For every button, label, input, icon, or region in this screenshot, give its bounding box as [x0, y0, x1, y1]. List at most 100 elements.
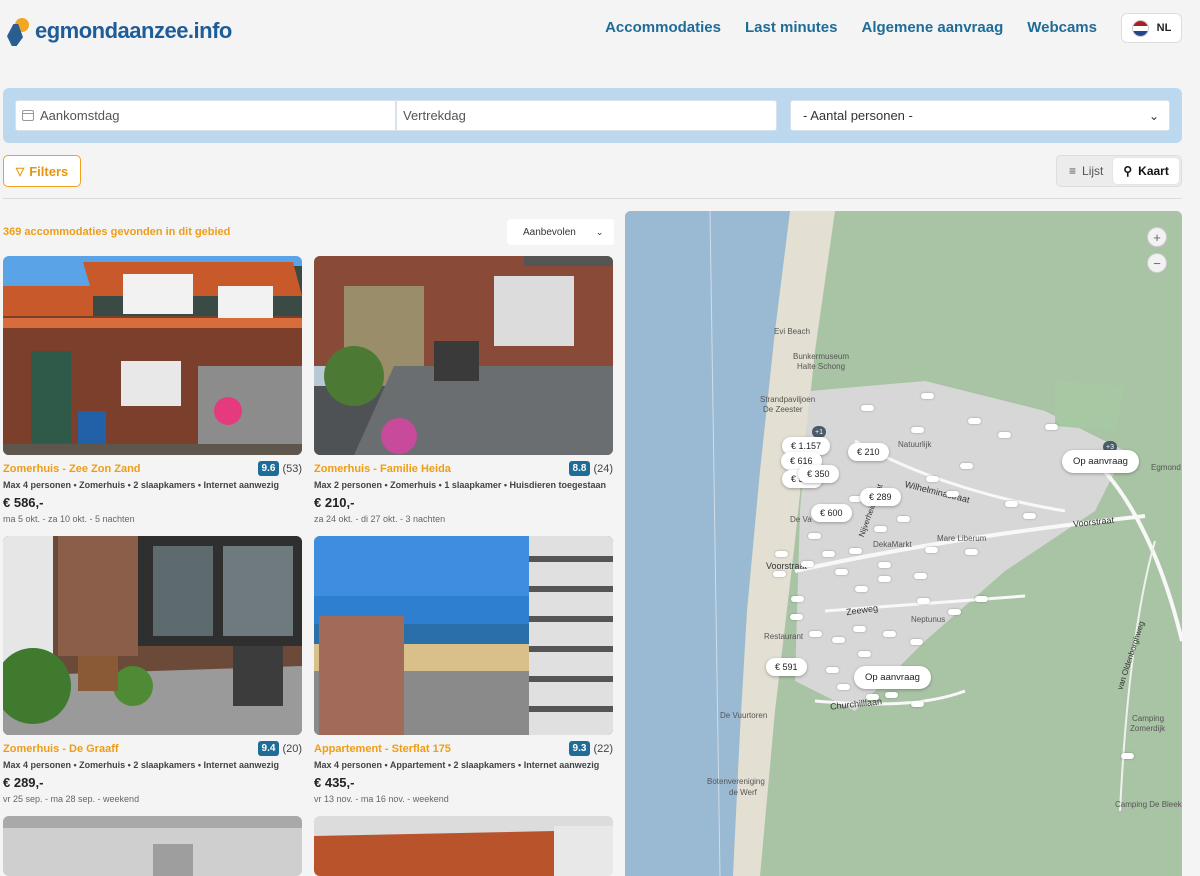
map-marker[interactable]: [960, 463, 973, 469]
zoom-out-button[interactable]: −: [1147, 253, 1167, 273]
card-features: Max 4 personen • Zomerhuis • 2 slaapkame…: [3, 480, 280, 490]
map-marker[interactable]: [965, 549, 978, 555]
map-marker[interactable]: [866, 694, 879, 700]
accommodation-card[interactable]: Zomerhuis - De Graaff 9.4 (20) Max 4 per…: [3, 536, 302, 804]
map-marker[interactable]: [878, 576, 891, 582]
zoom-in-button[interactable]: +: [1147, 227, 1167, 247]
map-marker[interactable]: [948, 609, 961, 615]
accommodation-photo[interactable]: [3, 536, 302, 735]
map-price-pin[interactable]: € 289: [860, 488, 901, 506]
accommodation-card[interactable]: Appartement - Sterflat 175 9.3 (22) Max …: [314, 536, 613, 804]
departure-date-field[interactable]: Vertrekdag: [396, 100, 777, 131]
map-marker[interactable]: [968, 418, 981, 424]
accommodation-photo[interactable]: [3, 816, 302, 876]
accommodation-card[interactable]: Zomerhuis - Familie Heida 8.8 (24) Max 2…: [314, 256, 613, 524]
accommodation-photo[interactable]: [3, 256, 302, 455]
nav-last-minutes[interactable]: Last minutes: [745, 19, 838, 36]
map-marker[interactable]: [773, 571, 786, 577]
accommodation-photo[interactable]: [314, 536, 613, 735]
map-marker[interactable]: [885, 692, 898, 698]
card-features: Max 4 personen • Appartement • 2 slaapka…: [314, 760, 600, 770]
map-price-pin[interactable]: € 591: [766, 658, 807, 676]
map-marker[interactable]: [910, 639, 923, 645]
map-marker[interactable]: [1121, 753, 1134, 759]
map-marker[interactable]: [832, 637, 845, 643]
map-marker[interactable]: [917, 598, 930, 604]
map[interactable]: + − Evi Beach Bunkermuseum Halte Schong …: [625, 211, 1182, 876]
map-marker[interactable]: [775, 551, 788, 557]
map-marker[interactable]: [822, 551, 835, 557]
map-label: Evi Beach: [774, 327, 811, 336]
card-dates: vr 25 sep. - ma 28 sep. - weekend: [3, 794, 140, 804]
view-list-button[interactable]: ≡ Lijst: [1059, 158, 1113, 184]
nav-accommodaties[interactable]: Accommodaties: [605, 19, 721, 36]
result-count: 369 accommodaties gevonden in dit gebied: [3, 226, 231, 238]
sort-select[interactable]: Aanbevolen ⌄: [507, 219, 614, 245]
map-marker[interactable]: [914, 573, 927, 579]
accommodation-card[interactable]: Zomerhuis - Zee Zon Zand 9.6 (53) Max 4 …: [3, 256, 302, 524]
map-marker[interactable]: [855, 586, 868, 592]
list-icon: ≡: [1069, 164, 1077, 178]
nav-algemene-aanvraag[interactable]: Algemene aanvraag: [862, 19, 1004, 36]
map-marker[interactable]: [853, 626, 866, 632]
map-marker[interactable]: [897, 516, 910, 522]
map-label: Restaurant: [764, 632, 804, 641]
view-map-button[interactable]: ⚲ Kaart: [1113, 158, 1179, 184]
map-marker[interactable]: [808, 533, 821, 539]
map-label: De Va: [790, 515, 812, 524]
map-marker[interactable]: [883, 631, 896, 637]
card-title[interactable]: Zomerhuis - Familie Heida: [314, 463, 451, 475]
map-marker[interactable]: [911, 427, 924, 433]
map-request-pin[interactable]: Op aanvraag: [854, 666, 931, 689]
map-marker[interactable]: [998, 432, 1011, 438]
filters-button[interactable]: ▽ Filters: [3, 155, 81, 187]
map-marker[interactable]: [925, 547, 938, 553]
map-marker[interactable]: [835, 569, 848, 575]
map-marker[interactable]: [858, 651, 871, 657]
map-label: Halte Schong: [797, 362, 846, 371]
map-price-pin[interactable]: € 350: [798, 465, 839, 483]
map-marker[interactable]: [921, 393, 934, 399]
card-price: € 586,-: [3, 495, 44, 510]
map-label: Bunkermuseum: [793, 352, 850, 361]
logo[interactable]: egmondaanzee.info: [5, 16, 232, 46]
rating: 9.3 (22): [568, 741, 613, 756]
map-marker[interactable]: [1005, 501, 1018, 507]
map-marker[interactable]: [791, 596, 804, 602]
map-marker[interactable]: [911, 701, 924, 707]
map-request-pin[interactable]: Op aanvraag: [1062, 450, 1139, 473]
accommodation-photo[interactable]: [314, 816, 613, 876]
map-marker[interactable]: [1023, 513, 1036, 519]
accommodation-card[interactable]: [314, 816, 613, 876]
persons-select[interactable]: - Aantal personen - ⌄: [790, 100, 1170, 131]
language-button[interactable]: NL: [1121, 13, 1182, 43]
map-marker[interactable]: [849, 548, 862, 554]
card-title[interactable]: Appartement - Sterflat 175: [314, 743, 451, 755]
map-marker[interactable]: [926, 476, 939, 482]
map-marker[interactable]: [878, 562, 891, 568]
accommodation-photo[interactable]: [314, 256, 613, 455]
map-marker[interactable]: [809, 631, 822, 637]
map-marker[interactable]: [1045, 424, 1058, 430]
card-title[interactable]: Zomerhuis - De Graaff: [3, 743, 119, 755]
map-label: de Werf: [729, 788, 757, 797]
map-price-pin[interactable]: € 210: [848, 443, 889, 461]
map-marker[interactable]: [946, 491, 959, 497]
score-badge: 8.8: [568, 461, 591, 476]
map-marker[interactable]: [874, 526, 887, 532]
map-price-pin[interactable]: € 600: [811, 504, 852, 522]
view-toggle: ≡ Lijst ⚲ Kaart: [1056, 155, 1182, 187]
nav-webcams[interactable]: Webcams: [1027, 19, 1097, 36]
map-marker[interactable]: [861, 405, 874, 411]
map-marker[interactable]: [826, 667, 839, 673]
card-title[interactable]: Zomerhuis - Zee Zon Zand: [3, 463, 141, 475]
card-features: Max 4 personen • Zomerhuis • 2 slaapkame…: [3, 760, 280, 770]
arrival-date-field[interactable]: Aankomstdag: [15, 100, 396, 131]
map-marker[interactable]: [837, 684, 850, 690]
accommodation-card[interactable]: [3, 816, 302, 876]
rating: 9.6 (53): [257, 461, 302, 476]
map-marker[interactable]: [790, 614, 803, 620]
map-marker[interactable]: [975, 596, 988, 602]
map-label: Neptunus: [911, 615, 946, 624]
map-marker[interactable]: [801, 561, 814, 567]
